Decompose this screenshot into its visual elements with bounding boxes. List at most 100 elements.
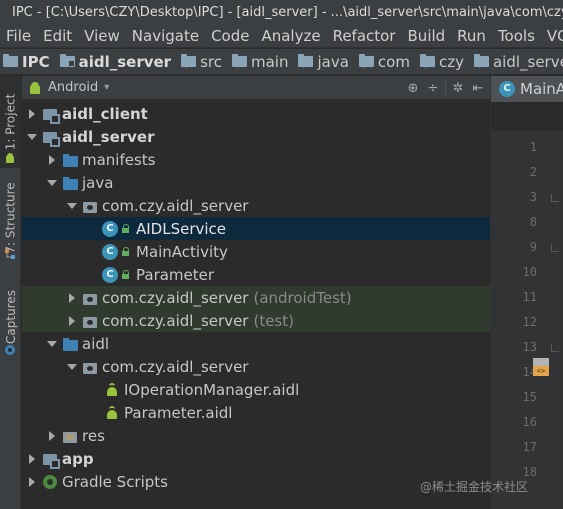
node-label: com.czy.aidl_server — [102, 288, 249, 307]
expand-arrow-icon[interactable] — [46, 430, 58, 442]
android-file-icon — [104, 405, 120, 421]
tool-tab-captures[interactable]: Captures — [0, 276, 21, 358]
sync-icon[interactable]: ⊕ — [403, 76, 423, 100]
tree-node-java[interactable]: java — [22, 171, 490, 194]
fold-marker-icon[interactable] — [551, 244, 559, 252]
tree-node-package-main[interactable]: com.czy.aidl_server — [22, 194, 490, 217]
crumb-main[interactable]: main — [229, 49, 291, 74]
line-number: 18 — [522, 465, 537, 479]
collapse-arrow-icon[interactable] — [46, 338, 58, 350]
tree-node-aidl-server[interactable]: aidl_server — [22, 125, 490, 148]
crumb-label: IPC — [22, 52, 50, 71]
crumb-label: com — [377, 52, 410, 71]
node-label: com.czy.aidl_server — [102, 357, 249, 376]
menu-refactor[interactable]: Refactor — [327, 24, 402, 47]
tool-window-strip: 1: Project 7: Structure Captures — [0, 76, 21, 509]
tree-node-package-android-test[interactable]: com.czy.aidl_server (androidTest) — [22, 286, 490, 309]
crumb-com[interactable]: com — [356, 49, 413, 74]
expand-arrow-icon[interactable] — [26, 476, 38, 488]
package-icon — [82, 313, 98, 329]
tree-node-res[interactable]: res — [22, 424, 490, 447]
tree-node-aidl[interactable]: aidl — [22, 332, 490, 355]
crumb-module[interactable]: aidl_server — [57, 49, 175, 74]
tool-tab-project[interactable]: 1: Project — [0, 76, 21, 168]
folder-icon — [62, 152, 78, 168]
dropdown-arrow-icon[interactable]: ▾ — [104, 82, 109, 93]
module-folder-icon — [59, 54, 75, 67]
expand-arrow-icon[interactable] — [66, 292, 78, 304]
line-number: 15 — [522, 390, 537, 404]
menu-vcs[interactable]: VCS — [541, 24, 563, 47]
hide-icon[interactable]: ⇤ — [468, 76, 488, 100]
tree-node-main-activity[interactable]: MainActivity — [22, 240, 490, 263]
node-label: aidl_client — [62, 104, 148, 123]
line-number: 13 — [522, 340, 537, 354]
collapse-arrow-icon[interactable] — [26, 131, 38, 143]
editor-tab-main-activity[interactable]: MainA — [491, 76, 563, 102]
navigation-breadcrumb: IPC aidl_server src main java com czy ai… — [0, 49, 563, 75]
editor-gutter: 1 2 3 8 9 10 11 12 13 14 15 16 17 18 — [490, 103, 563, 509]
collapse-arrow-icon[interactable] — [66, 200, 78, 212]
window-title: IPC - [C:\Users\CZY\Desktop\IPC] - [aidl… — [12, 4, 563, 20]
node-label: AIDLService — [136, 219, 227, 238]
line-number: 3 — [529, 190, 537, 204]
gear-icon[interactable]: ✲ — [448, 76, 468, 100]
menu-navigate[interactable]: Navigate — [126, 24, 205, 47]
project-view-selector[interactable]: Android — [48, 80, 98, 95]
tree-node-aidl-service[interactable]: AIDLService — [22, 217, 490, 240]
tab-label: MainA — [520, 80, 563, 98]
menu-analyze[interactable]: Analyze — [255, 24, 326, 47]
expand-arrow-icon[interactable] — [46, 154, 58, 166]
menu-edit[interactable]: Edit — [37, 24, 78, 47]
line-number: 8 — [529, 215, 537, 229]
camera-icon — [5, 345, 15, 355]
folder-icon — [298, 54, 314, 67]
module-folder-icon — [42, 451, 60, 469]
class-icon — [102, 220, 118, 237]
crumb-aidl-server[interactable]: aidl_server — [471, 49, 563, 74]
tree-node-app[interactable]: app — [22, 447, 490, 470]
crumb-czy[interactable]: czy — [417, 49, 467, 74]
menu-file[interactable]: File — [0, 24, 37, 47]
tree-node-ioperation-manager[interactable]: IOperationManager.aidl — [22, 378, 490, 401]
implementation-gutter-icon[interactable] — [533, 358, 549, 376]
menu-run[interactable]: Run — [451, 24, 492, 47]
expand-arrow-icon[interactable] — [66, 315, 78, 327]
tree-node-manifests[interactable]: manifests — [22, 148, 490, 171]
collapse-all-icon[interactable]: ÷ — [423, 76, 443, 100]
crumb-label: main — [251, 52, 289, 71]
gutter-header-band — [491, 103, 563, 131]
expand-arrow-icon[interactable] — [26, 453, 38, 465]
folder-icon — [232, 54, 247, 67]
crumb-label: src — [200, 52, 222, 71]
tool-tab-structure[interactable]: 7: Structure — [0, 172, 21, 264]
collapse-arrow-icon[interactable] — [66, 361, 78, 373]
tree-node-aidl-client[interactable]: aidl_client — [22, 102, 490, 125]
tree-node-parameter-aidl[interactable]: Parameter.aidl — [22, 401, 490, 424]
crumb-project[interactable]: IPC — [0, 49, 53, 74]
crumb-label: aidl_server — [492, 52, 563, 71]
lock-icon — [122, 246, 130, 257]
expand-arrow-icon[interactable] — [26, 108, 38, 120]
tree-node-parameter[interactable]: Parameter — [22, 263, 490, 286]
tree-node-package-test[interactable]: com.czy.aidl_server (test) — [22, 309, 490, 332]
tree-node-package-aidl[interactable]: com.czy.aidl_server — [22, 355, 490, 378]
menu-build[interactable]: Build — [402, 24, 452, 47]
android-view-icon — [30, 81, 40, 94]
crumb-java[interactable]: java — [295, 49, 351, 74]
line-number: 17 — [522, 440, 537, 454]
structure-icon — [5, 249, 15, 259]
class-icon — [102, 266, 118, 283]
node-label: com.czy.aidl_server — [102, 196, 249, 215]
collapse-arrow-icon[interactable] — [46, 177, 58, 189]
line-number: 1 — [529, 140, 537, 154]
crumb-src[interactable]: src — [178, 49, 225, 74]
fold-marker-icon[interactable] — [551, 194, 559, 202]
class-icon — [102, 243, 118, 260]
menu-view[interactable]: View — [78, 24, 126, 47]
fold-marker-icon[interactable] — [551, 344, 559, 352]
node-label: com.czy.aidl_server — [102, 311, 249, 330]
menu-tools[interactable]: Tools — [492, 24, 541, 47]
node-label: IOperationManager.aidl — [124, 380, 300, 399]
menu-code[interactable]: Code — [205, 24, 255, 47]
